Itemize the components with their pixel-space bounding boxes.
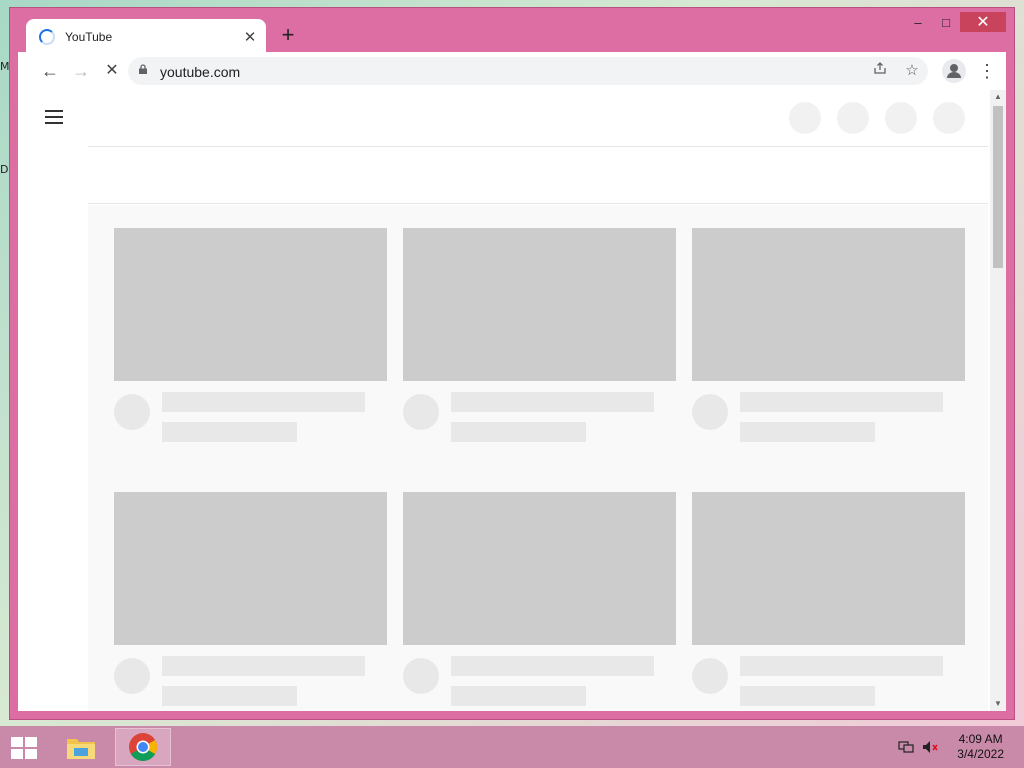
skeleton-circle: [885, 102, 917, 134]
meta-placeholder: [451, 686, 586, 706]
meta-placeholder: [740, 686, 875, 706]
hamburger-menu-icon[interactable]: [45, 110, 63, 124]
system-clock[interactable]: 4:09 AM 3/4/2022: [957, 732, 1004, 762]
meta-placeholder: [740, 422, 875, 442]
avatar-placeholder: [114, 394, 150, 430]
thumbnail-placeholder: [692, 492, 965, 645]
network-icon[interactable]: [898, 740, 914, 754]
chips-divider: [88, 203, 988, 204]
video-card-skeleton[interactable]: [114, 492, 387, 706]
share-icon[interactable]: [870, 61, 890, 81]
clock-time: 4:09 AM: [958, 732, 1003, 746]
more-vert-icon[interactable]: ⋮: [978, 58, 996, 84]
avatar-placeholder: [114, 658, 150, 694]
profile-icon[interactable]: [942, 59, 966, 83]
meta-placeholder: [451, 422, 586, 442]
forward-button[interactable]: →: [69, 59, 93, 83]
vertical-scrollbar[interactable]: ▲ ▼: [990, 90, 1006, 711]
page-viewport: ▲ ▼: [18, 90, 1006, 711]
tab-title: YouTube: [65, 30, 113, 44]
meta-placeholder: [162, 686, 297, 706]
tab-youtube[interactable]: YouTube ✕: [26, 19, 266, 55]
close-window-button[interactable]: ✕: [960, 12, 1006, 32]
video-card-skeleton[interactable]: [692, 228, 965, 442]
avatar-placeholder: [403, 658, 439, 694]
title-placeholder: [740, 656, 943, 676]
new-tab-button[interactable]: +: [276, 24, 300, 48]
video-card-skeleton[interactable]: [403, 492, 676, 706]
title-placeholder: [740, 392, 943, 412]
file-explorer-icon[interactable]: [53, 728, 109, 766]
maximize-button[interactable]: □: [932, 14, 960, 30]
skeleton-circle: [933, 102, 965, 134]
url-text: youtube.com: [160, 64, 241, 80]
video-card-skeleton[interactable]: [114, 228, 387, 442]
desktop-icon-fragment: M: [0, 60, 10, 73]
title-placeholder: [451, 656, 654, 676]
window-controls: – □ ✕: [904, 12, 1006, 32]
browser-window: – □ ✕ YouTube ✕ + ← → ✕ youtube.com ☆ ⋮: [10, 8, 1014, 719]
scroll-up-arrow-icon[interactable]: ▲: [990, 90, 1006, 104]
minimize-button[interactable]: –: [904, 14, 932, 30]
title-placeholder: [162, 656, 365, 676]
title-placeholder: [451, 392, 654, 412]
desktop-icon-fragment: D: [0, 163, 9, 176]
thumbnail-placeholder: [403, 228, 676, 381]
volume-muted-icon[interactable]: [922, 740, 938, 754]
video-card-skeleton[interactable]: [403, 228, 676, 442]
back-button[interactable]: ←: [38, 59, 62, 83]
thumbnail-placeholder: [114, 228, 387, 381]
chrome-icon[interactable]: [115, 728, 171, 766]
address-bar[interactable]: youtube.com ☆: [128, 57, 928, 85]
skeleton-circle: [837, 102, 869, 134]
meta-placeholder: [162, 422, 297, 442]
loading-spinner-icon: [39, 29, 55, 45]
lock-icon: [139, 64, 147, 74]
avatar-placeholder: [403, 394, 439, 430]
stop-loading-button[interactable]: ✕: [100, 59, 124, 83]
thumbnail-placeholder: [114, 492, 387, 645]
tab-close-icon[interactable]: ✕: [240, 28, 260, 46]
header-divider: [88, 146, 988, 147]
scroll-down-arrow-icon[interactable]: ▼: [990, 697, 1006, 711]
browser-toolbar: ← → ✕ youtube.com ☆ ⋮: [18, 52, 1006, 90]
thumbnail-placeholder: [403, 492, 676, 645]
windows-start-icon[interactable]: [10, 736, 38, 760]
video-grid: [88, 205, 988, 711]
star-icon[interactable]: ☆: [902, 61, 922, 81]
video-card-skeleton[interactable]: [692, 492, 965, 706]
skeleton-circle: [789, 102, 821, 134]
title-placeholder: [162, 392, 365, 412]
avatar-placeholder: [692, 658, 728, 694]
thumbnail-placeholder: [692, 228, 965, 381]
scrollbar-thumb[interactable]: [993, 106, 1003, 268]
clock-date: 3/4/2022: [957, 747, 1004, 761]
taskbar: 4:09 AM 3/4/2022: [0, 726, 1024, 768]
avatar-placeholder: [692, 394, 728, 430]
